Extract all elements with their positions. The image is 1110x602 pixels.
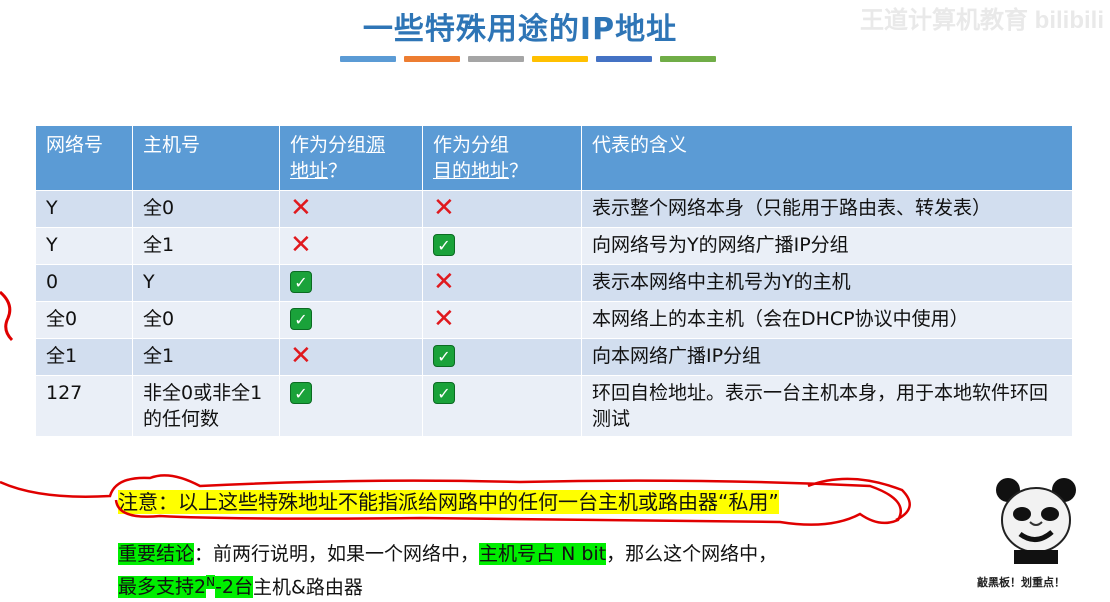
cell-meaning: 本网络上的本主机（会在DHCP协议中使用） bbox=[581, 301, 1072, 339]
sticker-caption: 敲黑板！划重点！ bbox=[977, 576, 1065, 589]
cell-meaning: 向本网络广播IP分组 bbox=[581, 338, 1072, 376]
color-bar bbox=[404, 56, 460, 62]
cell-source: ✕ bbox=[279, 190, 423, 228]
header-network-id: 网络号 bbox=[36, 126, 133, 191]
cell-network: 全0 bbox=[36, 301, 133, 339]
cell-destination: ✕ bbox=[422, 301, 582, 339]
table-row: Y 全0 ✕ ✕ 表示整个网络本身（只能用于路由表、转发表） bbox=[36, 190, 1072, 228]
cross-icon: ✕ bbox=[290, 230, 312, 260]
check-icon: ✓ bbox=[290, 308, 312, 330]
special-ip-table: 网络号 主机号 作为分组源 地址？ 作为分组 目的地址？ 代表的含义 Y 全0 ✕ … bbox=[36, 126, 1072, 436]
cell-source: ✕ bbox=[279, 227, 423, 265]
cell-destination: ✕ bbox=[422, 190, 582, 228]
table-row: 0 Y ✓ ✕ 表示本网络中主机号为Y的主机 bbox=[36, 264, 1072, 302]
table-row: 全0 全0 ✓ ✕ 本网络上的本主机（会在DHCP协议中使用） bbox=[36, 301, 1072, 339]
cross-icon: ✕ bbox=[290, 341, 312, 371]
check-icon: ✓ bbox=[290, 271, 312, 293]
conclusion-text-2: ，那么这个网络中， bbox=[606, 543, 778, 565]
cell-destination: ✕ bbox=[422, 264, 582, 302]
note-line: 注意：以上这些特殊地址不能指派给网路中的任何一台主机或路由器“私用” bbox=[118, 486, 779, 515]
table-row: Y 全1 ✕ ✓ 向网络号为Y的网络广播IP分组 bbox=[36, 227, 1072, 265]
conclusion-line-2: 最多支持2N-2台主机&路由器 bbox=[118, 568, 777, 601]
color-bar bbox=[596, 56, 652, 62]
note-tail: “私用” bbox=[718, 490, 779, 514]
check-icon: ✓ bbox=[433, 234, 455, 256]
table-row: 127 非全0或非全1的任何数 ✓ ✓ 环回自检地址。表示一台主机本身，用于本地… bbox=[36, 375, 1072, 436]
cell-destination: ✓ bbox=[422, 338, 582, 376]
cell-network: Y bbox=[36, 227, 133, 265]
cross-icon: ✕ bbox=[433, 304, 455, 334]
cell-source: ✓ bbox=[279, 264, 423, 302]
cell-host: Y bbox=[132, 264, 280, 302]
cross-icon: ✕ bbox=[433, 267, 455, 297]
cell-destination: ✓ bbox=[422, 227, 582, 265]
conclusion-max-rest: 主机&路由器 bbox=[253, 576, 363, 599]
note-text: 以上这些特殊地址不能指派给网路中的任何一台主机或路由器 bbox=[178, 490, 718, 514]
conclusion: 重要结论：前两行说明，如果一个网络中，主机号占 N bit，那么这个网络中， 最… bbox=[118, 540, 777, 601]
conclusion-max-pre: 最多支持2 bbox=[118, 576, 207, 599]
page-title: 一些特殊用途的IP地址 bbox=[362, 12, 678, 47]
cell-host: 全0 bbox=[132, 301, 280, 339]
panda-meme-sticker bbox=[990, 474, 1082, 566]
cross-icon: ✕ bbox=[433, 193, 455, 223]
table-row: 全1 全1 ✕ ✓ 向本网络广播IP分组 bbox=[36, 338, 1072, 376]
color-bar bbox=[340, 56, 396, 62]
cell-source: ✓ bbox=[279, 375, 423, 436]
cell-meaning: 表示整个网络本身（只能用于路由表、转发表） bbox=[581, 190, 1072, 228]
header-as-destination: 作为分组 目的地址？ bbox=[422, 126, 582, 191]
cell-host: 全0 bbox=[132, 190, 280, 228]
cell-meaning: 环回自检地址。表示一台主机本身，用于本地软件环回测试 bbox=[581, 375, 1072, 436]
color-bar bbox=[468, 56, 524, 62]
cross-icon: ✕ bbox=[290, 193, 312, 223]
cell-network: 127 bbox=[36, 375, 133, 436]
conclusion-sup: N bbox=[206, 575, 216, 589]
cell-destination: ✓ bbox=[422, 375, 582, 436]
cell-source: ✕ bbox=[279, 338, 423, 376]
cell-network: 0 bbox=[36, 264, 133, 302]
check-icon: ✓ bbox=[433, 345, 455, 367]
note-label: 注意 bbox=[118, 490, 158, 514]
cell-host: 全1 bbox=[132, 227, 280, 265]
color-bar bbox=[532, 56, 588, 62]
cell-source: ✓ bbox=[279, 301, 423, 339]
cell-host: 非全0或非全1的任何数 bbox=[132, 375, 280, 436]
color-bars bbox=[340, 56, 716, 62]
cell-meaning: 向网络号为Y的网络广播IP分组 bbox=[581, 227, 1072, 265]
note-colon: ： bbox=[158, 490, 178, 514]
cell-host: 全1 bbox=[132, 338, 280, 376]
check-icon: ✓ bbox=[433, 382, 455, 404]
cell-network: Y bbox=[36, 190, 133, 228]
header-as-source: 作为分组源 地址？ bbox=[279, 126, 423, 191]
header-host-id: 主机号 bbox=[132, 126, 280, 191]
check-icon: ✓ bbox=[290, 382, 312, 404]
color-bar bbox=[660, 56, 716, 62]
cell-network: 全1 bbox=[36, 338, 133, 376]
conclusion-max-post: -2台 bbox=[215, 576, 254, 599]
conclusion-label: 重要结论 bbox=[118, 543, 195, 565]
conclusion-highlight: 主机号占 N bit bbox=[479, 543, 607, 565]
cell-meaning: 表示本网络中主机号为Y的主机 bbox=[581, 264, 1072, 302]
header-meaning: 代表的含义 bbox=[581, 126, 1072, 191]
conclusion-line-1: 重要结论：前两行说明，如果一个网络中，主机号占 N bit，那么这个网络中， bbox=[118, 540, 777, 568]
conclusion-text-1: ：前两行说明，如果一个网络中， bbox=[194, 543, 480, 565]
